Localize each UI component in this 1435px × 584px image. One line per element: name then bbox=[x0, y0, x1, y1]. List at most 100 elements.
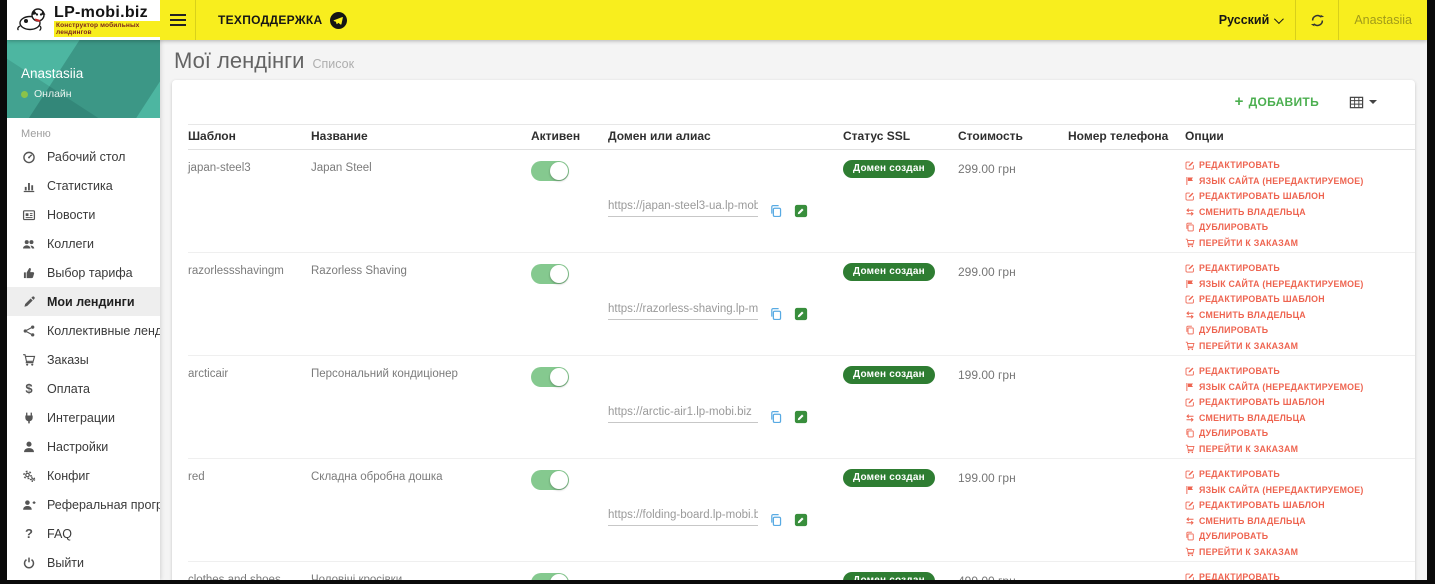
options-list: РЕДАКТИРОВАТЬ ЯЗЫК САЙТА (НЕРЕДАКТИРУЕМОЕ… bbox=[1185, 356, 1415, 459]
copy-icon[interactable] bbox=[769, 204, 783, 218]
option-duplicate[interactable]: ДУБЛИРОВАТЬ bbox=[1185, 222, 1415, 232]
active-toggle[interactable] bbox=[531, 161, 569, 181]
phone-cell bbox=[1068, 459, 1185, 562]
option-duplicate[interactable]: ДУБЛИРОВАТЬ bbox=[1185, 428, 1415, 438]
logo-title: LP-mobi.biz bbox=[54, 3, 148, 21]
table-row: red Складна обробна дошка Домен создан 199.… bbox=[188, 459, 1415, 562]
option-duplicate[interactable]: ДУБЛИРОВАТЬ bbox=[1185, 325, 1415, 335]
plug-icon bbox=[21, 411, 37, 425]
sidebar-item[interactable]: Конфиг bbox=[7, 461, 160, 490]
user-menu[interactable]: Anastasiia bbox=[1339, 0, 1427, 40]
option-flag[interactable]: ЯЗЫК САЙТА (НЕРЕДАКТИРУЕМОЕ) bbox=[1185, 485, 1415, 495]
active-toggle[interactable] bbox=[531, 470, 569, 490]
pencil-square-icon bbox=[1185, 572, 1195, 580]
support-button[interactable]: ТЕХПОДДЕРЖКА bbox=[218, 11, 347, 29]
option-exchange[interactable]: СМЕНИТЬ ВЛАДЕЛЬЦА bbox=[1185, 413, 1415, 423]
duplicate-icon bbox=[1185, 428, 1195, 438]
ssl-status-badge: Домен создан bbox=[843, 572, 935, 580]
phone-cell bbox=[1068, 253, 1185, 356]
table-row: arcticair Персональний кондиціонер Домен с… bbox=[188, 356, 1415, 459]
sidebar-item[interactable]: Интеграции bbox=[7, 403, 160, 432]
sidebar-item[interactable]: $ Оплата bbox=[7, 374, 160, 403]
option-pencil-square[interactable]: РЕДАКТИРОВАТЬ bbox=[1185, 572, 1415, 580]
option-pencil-square[interactable]: РЕДАКТИРОВАТЬ bbox=[1185, 160, 1415, 170]
sidebar-item[interactable]: Заказы bbox=[7, 345, 160, 374]
edit-square-icon[interactable] bbox=[794, 513, 808, 527]
option-pencil-square[interactable]: РЕДАКТИРОВАТЬ bbox=[1185, 366, 1415, 376]
template-cell: red bbox=[188, 471, 205, 483]
option-exchange[interactable]: СМЕНИТЬ ВЛАДЕЛЬЦА bbox=[1185, 310, 1415, 320]
phone-cell bbox=[1068, 562, 1185, 580]
sidebar-item-label: Интеграции bbox=[47, 410, 116, 425]
table-row: razorlessshavingm Razorless Shaving Домен … bbox=[188, 253, 1415, 356]
edit-square-icon[interactable] bbox=[794, 410, 808, 424]
sidebar-item[interactable]: Рабочий стол bbox=[7, 142, 160, 171]
sidebar-item[interactable]: Статистика bbox=[7, 171, 160, 200]
option-exchange[interactable]: СМЕНИТЬ ВЛАДЕЛЬЦА bbox=[1185, 516, 1415, 526]
sidebar-item[interactable]: Коллеги bbox=[7, 229, 160, 258]
logo[interactable]: LP-mobi.biz Конструктор мобильных лендин… bbox=[7, 0, 160, 40]
active-toggle[interactable] bbox=[531, 367, 569, 387]
view-mode-button[interactable] bbox=[1349, 95, 1377, 110]
active-toggle[interactable] bbox=[531, 573, 569, 580]
price-cell: 499.00 грн bbox=[958, 562, 1068, 580]
option-flag[interactable]: ЯЗЫК САЙТА (НЕРЕДАКТИРУЕМОЕ) bbox=[1185, 176, 1415, 186]
option-pencil-square[interactable]: РЕДАКТИРОВАТЬ ШАБЛОН bbox=[1185, 191, 1415, 201]
edit-square-icon[interactable] bbox=[794, 307, 808, 321]
exchange-icon bbox=[1185, 413, 1195, 423]
user-icon bbox=[21, 440, 37, 454]
option-cart[interactable]: ПЕРЕЙТИ К ЗАКАЗАМ bbox=[1185, 444, 1415, 454]
column-header: Шаблон bbox=[188, 129, 236, 143]
refresh-button[interactable] bbox=[1296, 0, 1338, 40]
exchange-icon bbox=[1185, 310, 1195, 320]
option-pencil-square[interactable]: РЕДАКТИРОВАТЬ ШАБЛОН bbox=[1185, 500, 1415, 510]
option-cart[interactable]: ПЕРЕЙТИ К ЗАКАЗАМ bbox=[1185, 547, 1415, 557]
domain-input[interactable] bbox=[608, 200, 758, 217]
sidebar-item[interactable]: Новости bbox=[7, 200, 160, 229]
sidebar-item[interactable]: ? FAQ bbox=[7, 519, 160, 548]
domain-input[interactable] bbox=[608, 303, 758, 320]
active-toggle[interactable] bbox=[531, 264, 569, 284]
option-pencil-square[interactable]: РЕДАКТИРОВАТЬ bbox=[1185, 469, 1415, 479]
sidebar-item[interactable]: Выбор тарифа bbox=[7, 258, 160, 287]
sidebar-item[interactable]: Реферальная программа bbox=[7, 490, 160, 519]
add-button[interactable]: + ДОБАВИТЬ bbox=[1235, 94, 1319, 109]
option-exchange[interactable]: СМЕНИТЬ ВЛАДЕЛЬЦА bbox=[1185, 207, 1415, 217]
option-pencil-square[interactable]: РЕДАКТИРОВАТЬ ШАБЛОН bbox=[1185, 397, 1415, 407]
option-duplicate[interactable]: ДУБЛИРОВАТЬ bbox=[1185, 531, 1415, 541]
option-pencil-square[interactable]: РЕДАКТИРОВАТЬ bbox=[1185, 263, 1415, 273]
options-list: РЕДАКТИРОВАТЬ ЯЗЫК САЙТА (НЕРЕДАКТИРУЕМОЕ… bbox=[1185, 253, 1415, 356]
sidebar-item[interactable]: Мои лендинги bbox=[7, 287, 160, 316]
main-content: Мої лендінги Список + ДОБАВИТЬ Шаблон На… bbox=[160, 40, 1427, 580]
hamburger-icon[interactable] bbox=[160, 0, 196, 40]
username: Anastasiia bbox=[1354, 13, 1412, 27]
sidebar-item-label: Коллективные лендинги bbox=[47, 323, 160, 338]
domain-input[interactable] bbox=[608, 406, 758, 423]
option-cart[interactable]: ПЕРЕЙТИ К ЗАКАЗАМ bbox=[1185, 341, 1415, 351]
domain-input[interactable] bbox=[608, 509, 758, 526]
sidebar-item-label: Реферальная программа bbox=[47, 497, 160, 512]
edit-square-icon[interactable] bbox=[794, 204, 808, 218]
pencil-square-icon bbox=[1185, 500, 1195, 510]
option-flag[interactable]: ЯЗЫК САЙТА (НЕРЕДАКТИРУЕМОЕ) bbox=[1185, 279, 1415, 289]
column-header: Название bbox=[311, 129, 368, 143]
sidebar-item[interactable]: Настройки bbox=[7, 432, 160, 461]
caret-down-icon bbox=[1369, 100, 1377, 104]
template-cell: razorlessshavingm bbox=[188, 265, 284, 277]
language-label: Русский bbox=[1218, 13, 1270, 27]
sidebar-item[interactable]: Коллективные лендинги bbox=[7, 316, 160, 345]
logo-subtitle: Конструктор мобильных лендингов bbox=[54, 20, 160, 37]
option-cart[interactable]: ПЕРЕЙТИ К ЗАКАЗАМ bbox=[1185, 238, 1415, 248]
user-plus-icon bbox=[21, 498, 37, 512]
copy-icon[interactable] bbox=[769, 513, 783, 527]
price-cell: 199.00 грн bbox=[958, 471, 1016, 485]
option-pencil-square[interactable]: РЕДАКТИРОВАТЬ ШАБЛОН bbox=[1185, 294, 1415, 304]
table-row: clothes and shoes Чоловічі кросівки Домен … bbox=[188, 562, 1415, 580]
option-flag[interactable]: ЯЗЫК САЙТА (НЕРЕДАКТИРУЕМОЕ) bbox=[1185, 382, 1415, 392]
pencil-square-icon bbox=[1185, 160, 1195, 170]
copy-icon[interactable] bbox=[769, 307, 783, 321]
copy-icon[interactable] bbox=[769, 410, 783, 424]
sidebar-item[interactable]: Выйти bbox=[7, 548, 160, 577]
price-cell: 299.00 грн bbox=[958, 265, 1016, 279]
language-selector[interactable]: Русский bbox=[1205, 0, 1296, 40]
